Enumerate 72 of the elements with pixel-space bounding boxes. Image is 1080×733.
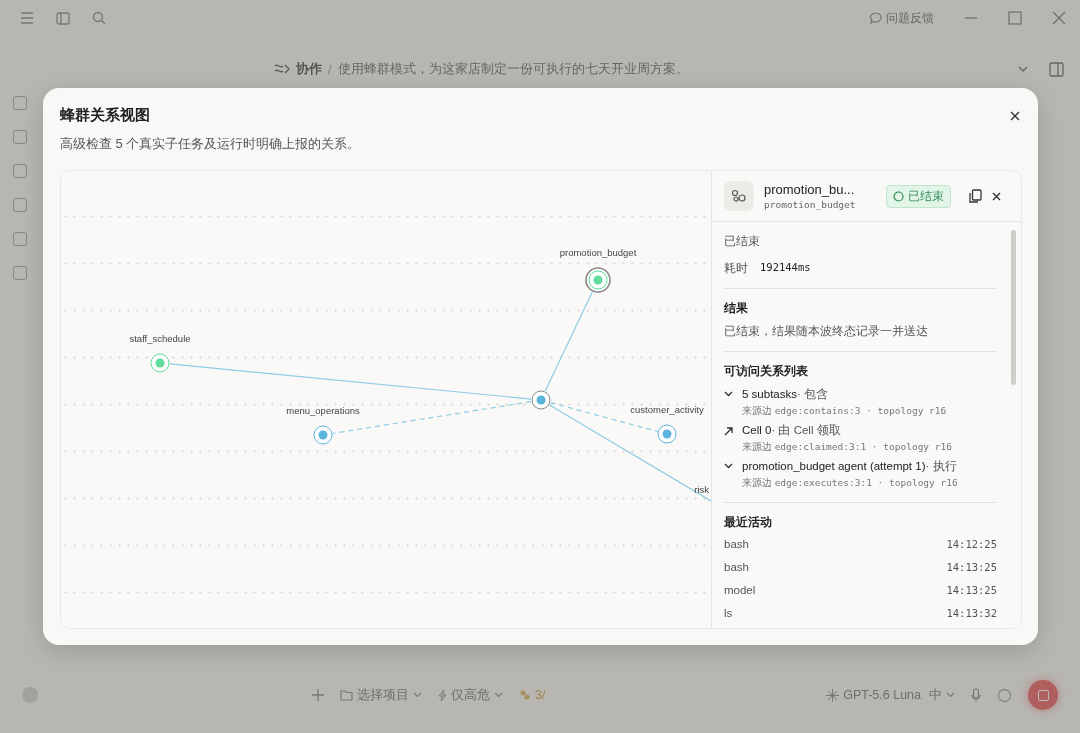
breadcrumb-section[interactable]: 协作 bbox=[296, 60, 322, 78]
activity-name: bash bbox=[724, 538, 749, 552]
section-heading: 可访问关系列表 bbox=[724, 364, 809, 379]
relation-title[interactable]: Cell 0· 由 Cell 领取 bbox=[742, 423, 952, 438]
relation-source: 来源边 edge:executes:3:1 · topology r16 bbox=[742, 477, 958, 490]
status-badge: 已结束 bbox=[886, 184, 951, 208]
activity-name: ls bbox=[724, 607, 733, 621]
circle-icon bbox=[893, 190, 904, 202]
state-text: 已结束 bbox=[724, 234, 761, 249]
feedback-button[interactable]: 问题反馈 bbox=[870, 9, 934, 27]
chevron-down-icon bbox=[413, 692, 422, 698]
section-heading: 最近活动 bbox=[724, 515, 773, 530]
panel-toggle-icon[interactable] bbox=[1049, 61, 1064, 77]
chevron-down-icon bbox=[494, 692, 503, 698]
relation-title[interactable]: promotion_budget agent (attempt 1)· 执行 bbox=[742, 459, 958, 474]
section-heading: 结果 bbox=[724, 301, 749, 316]
plus-icon[interactable] bbox=[312, 689, 324, 701]
activity-time: 14:13:25 bbox=[946, 584, 997, 598]
result-text: 已结束，结果随本波终态记录一并送达 bbox=[724, 324, 929, 339]
breadcrumb-separator: / bbox=[328, 61, 332, 77]
activity-time: 14:13:25 bbox=[946, 561, 997, 575]
close-icon[interactable] bbox=[1010, 110, 1020, 121]
dialog-title: 蜂群关系视图 bbox=[60, 106, 150, 125]
arrow-up-right-icon[interactable] bbox=[724, 427, 733, 436]
node-label: staff_schedule bbox=[129, 333, 191, 344]
sidebar-icon[interactable] bbox=[13, 198, 27, 212]
search-icon[interactable] bbox=[92, 11, 106, 25]
sidebar-toggle-icon[interactable] bbox=[56, 11, 70, 25]
graph-node[interactable] bbox=[657, 424, 677, 444]
menu-icon[interactable] bbox=[20, 12, 34, 24]
folder-icon bbox=[340, 689, 353, 701]
project-dropdown[interactable]: 选择项目 bbox=[340, 686, 422, 704]
close-icon[interactable] bbox=[992, 191, 1001, 201]
relation-source: 来源边 edge:claimed:3:1 · topology r16 bbox=[742, 441, 952, 454]
activity-time: 14:12:25 bbox=[946, 538, 997, 552]
agent-id: promotion_budget bbox=[764, 199, 857, 210]
node-label: customer_activity bbox=[630, 404, 704, 415]
copy-icon[interactable] bbox=[969, 189, 982, 203]
node-label: promotion_budget bbox=[559, 247, 637, 258]
chevron-down-icon bbox=[946, 692, 955, 698]
lightning-icon bbox=[438, 688, 447, 702]
chevron-down-icon[interactable] bbox=[724, 391, 733, 397]
node-label: risk bbox=[694, 484, 709, 495]
sidebar-icon[interactable] bbox=[13, 164, 27, 178]
activity-name: bash bbox=[724, 561, 749, 575]
filter-dropdown[interactable]: 仅高危 bbox=[438, 686, 503, 704]
sidebar-icon[interactable] bbox=[13, 232, 27, 246]
duration-label: 耗时 bbox=[724, 261, 748, 276]
agent-title: promotion_bu... bbox=[764, 182, 856, 197]
node-label: menu_operations bbox=[286, 405, 360, 416]
graph-node[interactable] bbox=[531, 390, 551, 410]
graph-node[interactable] bbox=[313, 425, 333, 445]
duration-value: 192144ms bbox=[760, 261, 811, 275]
relation-title[interactable]: 5 subtasks· 包含 bbox=[742, 387, 947, 402]
activity-time: 14:13:32 bbox=[946, 607, 997, 621]
sparkle-icon bbox=[826, 688, 840, 702]
chevron-down-icon[interactable] bbox=[724, 463, 733, 469]
maximize-icon[interactable] bbox=[1008, 11, 1022, 25]
sidebar-icon[interactable] bbox=[13, 130, 27, 144]
microphone-icon[interactable] bbox=[971, 687, 981, 703]
stop-button[interactable] bbox=[1028, 680, 1058, 710]
relation-source: 来源边 edge:contains:3 · topology r16 bbox=[742, 405, 947, 418]
chat-icon bbox=[870, 12, 882, 24]
dots-icon bbox=[519, 689, 531, 701]
activity-name: model bbox=[724, 584, 756, 598]
sidebar-icon[interactable] bbox=[13, 96, 27, 110]
graph-node[interactable] bbox=[150, 353, 170, 373]
agent-count-button[interactable]: 3/ bbox=[519, 688, 546, 702]
sidebar-icon[interactable] bbox=[13, 266, 27, 280]
graph-node[interactable] bbox=[585, 267, 611, 293]
dialog-subtitle: 高级检查 5 个真实子任务及运行时明确上报的关系。 bbox=[60, 135, 362, 153]
model-dropdown[interactable]: GPT-5.6 Luna 中 bbox=[826, 686, 955, 704]
